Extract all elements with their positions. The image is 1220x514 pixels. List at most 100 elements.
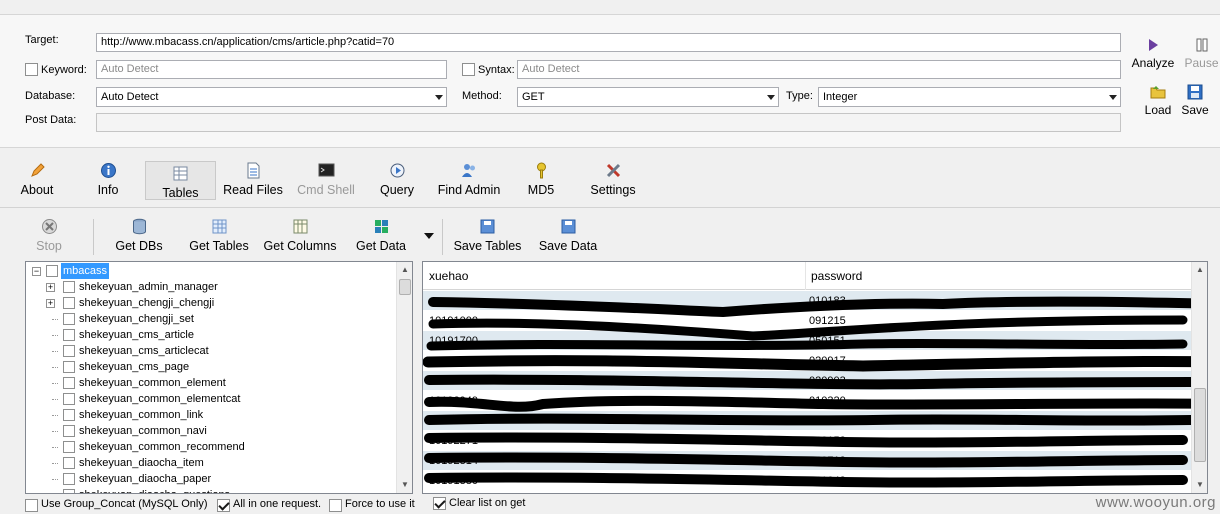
- tree-checkbox[interactable]: [63, 281, 75, 293]
- scroll-down-icon[interactable]: ▼: [1192, 477, 1207, 493]
- scroll-down-icon[interactable]: ▼: [397, 477, 412, 493]
- tree-checkbox[interactable]: [63, 393, 75, 405]
- tree-checkbox[interactable]: [63, 441, 75, 453]
- group-concat-label: Use Group_Concat (MySQL Only): [41, 498, 208, 510]
- group-concat-checkbox[interactable]: [25, 499, 38, 512]
- tree-checkbox[interactable]: [63, 489, 75, 493]
- tree-checkbox[interactable]: [63, 313, 75, 325]
- tab-find-admin[interactable]: Find Admin: [434, 162, 504, 202]
- clear-list-checkbox[interactable]: [433, 497, 446, 510]
- post-data-label: Post Data:: [25, 114, 77, 126]
- syntax-checkbox[interactable]: [462, 63, 475, 76]
- tree-checkbox[interactable]: [63, 473, 75, 485]
- save-label: Save: [1181, 103, 1209, 117]
- get-tables-button[interactable]: Get Tables: [185, 218, 253, 253]
- tree-checkbox[interactable]: [63, 409, 75, 421]
- all-in-one-checkbox[interactable]: [217, 499, 230, 512]
- get-data-dropdown-icon[interactable]: [424, 233, 434, 239]
- get-dbs-label: Get DBs: [115, 239, 163, 253]
- tree-checkbox[interactable]: [63, 345, 75, 357]
- tree-connector: [52, 335, 58, 336]
- stop-icon: [41, 219, 57, 234]
- chevron-down-icon: [1109, 95, 1117, 100]
- floppy-icon: [561, 219, 575, 234]
- database-select[interactable]: Auto Detect: [96, 87, 447, 107]
- tab-md5[interactable]: MD5: [524, 162, 558, 202]
- tab-about[interactable]: About: [12, 162, 62, 202]
- grid-scrollbar[interactable]: ▲ ▼: [1191, 262, 1207, 493]
- tree-checkbox[interactable]: [63, 457, 75, 469]
- tab-label: MD5: [527, 183, 555, 197]
- tree-item-label: shekeyuan_diaocha_item: [79, 457, 204, 469]
- tab-settings[interactable]: Settings: [586, 162, 640, 202]
- key-icon: [536, 162, 546, 179]
- tree-checkbox[interactable]: [63, 425, 75, 437]
- tree-item-label: shekeyuan_chengji_chengji: [79, 297, 215, 309]
- tab-query[interactable]: Query: [376, 162, 418, 202]
- play-icon: [1149, 39, 1158, 51]
- save-button[interactable]: Save: [1178, 84, 1212, 117]
- target-input[interactable]: http://www.mbacass.cn/application/cms/ar…: [96, 33, 1121, 52]
- pencil-icon: [30, 163, 45, 177]
- tab-read-files[interactable]: Read Files: [220, 162, 286, 202]
- tree-scrollbar[interactable]: ▲ ▼: [396, 262, 412, 493]
- tree-connector: [52, 367, 58, 368]
- tree-connector: [52, 431, 58, 432]
- expand-icon[interactable]: +: [46, 283, 55, 292]
- expand-icon[interactable]: +: [46, 299, 55, 308]
- method-select[interactable]: GET: [517, 87, 779, 107]
- tab-info[interactable]: Info: [86, 162, 130, 202]
- data-grid[interactable]: xuehao password 010183 10191000 091215 1019…: [422, 261, 1208, 494]
- clear-list-label: Clear list on get: [449, 497, 526, 509]
- pause-button[interactable]: Pause: [1183, 37, 1220, 70]
- watermark: www.wooyun.org: [1095, 494, 1216, 511]
- type-select[interactable]: Integer: [818, 87, 1121, 107]
- column-header-xuehao[interactable]: xuehao: [429, 269, 468, 283]
- tree-checkbox[interactable]: [63, 377, 75, 389]
- tab-tables[interactable]: Tables: [145, 161, 216, 200]
- stop-button[interactable]: Stop: [28, 218, 70, 253]
- tree-checkbox[interactable]: [63, 329, 75, 341]
- tree-item-label: shekeyuan_common_recommend: [79, 441, 245, 453]
- get-columns-button[interactable]: Get Columns: [261, 218, 339, 253]
- keyword-checkbox[interactable]: [25, 63, 38, 76]
- get-tables-label: Get Tables: [189, 239, 249, 253]
- column-header-password[interactable]: password: [811, 269, 862, 283]
- save-data-button[interactable]: Save Data: [536, 218, 600, 253]
- table-tree[interactable]: − mbacass + shekeyuan_admin_manager + sheke…: [25, 261, 413, 494]
- load-button[interactable]: Load: [1140, 84, 1176, 117]
- scroll-thumb[interactable]: [1194, 388, 1206, 462]
- tree-checkbox[interactable]: [63, 361, 75, 373]
- tab-label: About: [20, 183, 54, 197]
- pause-icon: [1196, 38, 1207, 52]
- get-data-button[interactable]: Get Data: [352, 218, 410, 253]
- grid-header: xuehao password: [423, 262, 1191, 290]
- toolbar-separator: [93, 219, 94, 255]
- type-value: Integer: [823, 91, 858, 103]
- get-data-label: Get Data: [355, 239, 407, 253]
- syntax-input[interactable]: Auto Detect: [517, 60, 1121, 79]
- tree-item-label: shekeyuan_cms_article: [79, 329, 194, 341]
- post-data-input[interactable]: [96, 113, 1121, 132]
- pause-label: Pause: [1184, 56, 1219, 70]
- scroll-up-icon[interactable]: ▲: [1192, 262, 1207, 278]
- table-icon: [212, 219, 226, 234]
- analyze-button[interactable]: Analyze: [1129, 37, 1177, 70]
- tree-item-label: shekeyuan_diaocha_paper: [79, 473, 212, 485]
- get-dbs-button[interactable]: Get DBs: [112, 218, 166, 253]
- keyword-input[interactable]: Auto Detect: [96, 60, 447, 79]
- columns-icon: [293, 219, 307, 234]
- tree-connector: [52, 415, 58, 416]
- collapse-icon[interactable]: −: [32, 267, 41, 276]
- scroll-thumb[interactable]: [399, 279, 411, 295]
- tree-item-label: shekeyuan_common_navi: [79, 425, 207, 437]
- tab-cmd-shell[interactable]: Cmd Shell: [294, 162, 358, 202]
- floppy-icon: [1187, 84, 1203, 100]
- force-checkbox[interactable]: [329, 499, 342, 512]
- scroll-up-icon[interactable]: ▲: [397, 262, 412, 278]
- tree-checkbox[interactable]: [63, 297, 75, 309]
- save-tables-button[interactable]: Save Tables: [450, 218, 525, 253]
- tab-label: Find Admin: [437, 183, 501, 197]
- tree-item-label: shekeyuan_common_link: [79, 409, 204, 421]
- tree-checkbox[interactable]: [46, 265, 58, 277]
